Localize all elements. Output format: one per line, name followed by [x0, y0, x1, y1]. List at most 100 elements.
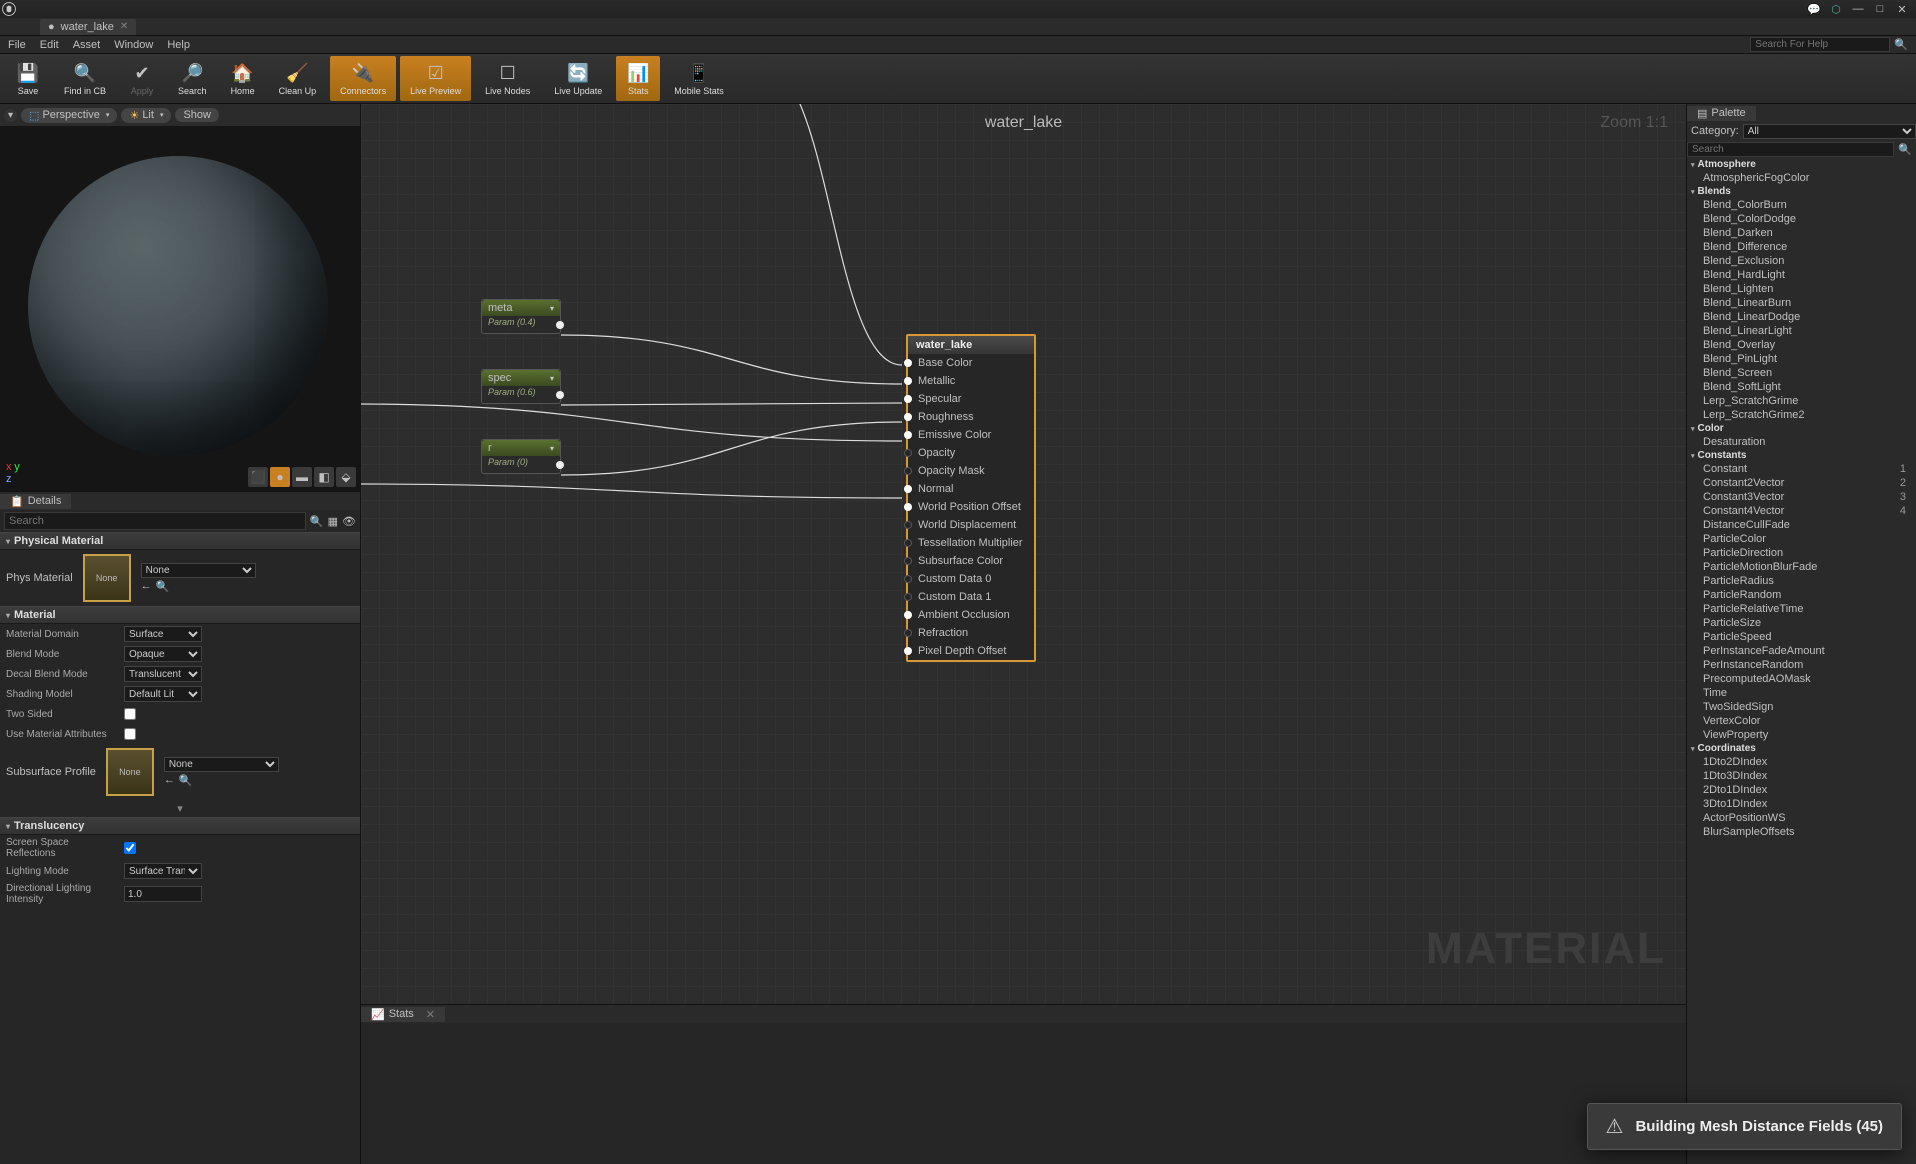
- palette-item[interactable]: BlurSampleOffsets: [1687, 825, 1916, 839]
- stats-button[interactable]: 📊Stats: [616, 56, 660, 101]
- expand-button[interactable]: ▾: [0, 800, 360, 817]
- input-pin-opacity[interactable]: Opacity: [908, 444, 1034, 462]
- plane-shape-button[interactable]: ▬: [292, 467, 312, 487]
- connectors-button[interactable]: 🔌Connectors: [330, 56, 396, 101]
- palette-item[interactable]: 1Dto3DIndex: [1687, 769, 1916, 783]
- notification-icon[interactable]: 💬: [1806, 3, 1822, 16]
- input-pin-metallic[interactable]: Metallic: [908, 372, 1034, 390]
- palette-item[interactable]: Blend_Difference: [1687, 240, 1916, 254]
- document-tab[interactable]: ● water_lake ✕: [40, 19, 136, 35]
- sphere-shape-button[interactable]: ●: [270, 467, 290, 487]
- search-icon[interactable]: 🔍: [310, 515, 324, 528]
- details-search-input[interactable]: [4, 512, 306, 530]
- close-window-button[interactable]: ✕: [1894, 3, 1910, 16]
- details-tab[interactable]: 📋 Details: [0, 494, 71, 509]
- input-pin-normal[interactable]: Normal: [908, 480, 1034, 498]
- palette-item[interactable]: Constant3Vector3: [1687, 490, 1916, 504]
- cylinder-shape-button[interactable]: ⬛: [248, 467, 268, 487]
- asset-thumbnail[interactable]: None: [83, 554, 131, 602]
- help-search-input[interactable]: [1750, 37, 1890, 52]
- input-pin-custom-data-1[interactable]: Custom Data 1: [908, 588, 1034, 606]
- viewport-options-button[interactable]: ▾: [4, 109, 17, 122]
- cube-shape-button[interactable]: ◧: [314, 467, 334, 487]
- menu-asset[interactable]: Asset: [73, 39, 101, 51]
- chevron-down-icon[interactable]: ▾: [550, 444, 554, 453]
- preview-viewport[interactable]: ▾ ⬚Perspective ☀Lit Show x yz ⬛ ● ▬ ◧ ⬙: [0, 104, 360, 492]
- category-header[interactable]: Material: [0, 606, 360, 624]
- show-flags-button[interactable]: Show: [175, 108, 219, 122]
- chevron-down-icon[interactable]: ▾: [550, 374, 554, 383]
- palette-item[interactable]: ParticleRandom: [1687, 588, 1916, 602]
- property-checkbox[interactable]: [124, 728, 136, 740]
- param-node[interactable]: r▾Param (0): [481, 439, 561, 474]
- palette-item[interactable]: VertexColor: [1687, 714, 1916, 728]
- input-pin-roughness[interactable]: Roughness: [908, 408, 1034, 426]
- minimize-button[interactable]: —: [1850, 3, 1866, 16]
- property-select[interactable]: Opaque: [124, 646, 202, 662]
- maximize-button[interactable]: □: [1872, 3, 1888, 16]
- mobile-stats-button[interactable]: 📱Mobile Stats: [664, 56, 734, 101]
- search-button[interactable]: 🔎Search: [168, 56, 217, 101]
- material-output-node[interactable]: water_lakeBase ColorMetallicSpecularRoug…: [906, 334, 1036, 662]
- mesh-shape-button[interactable]: ⬙: [336, 467, 356, 487]
- find-in-cb-button[interactable]: 🔍Find in CB: [54, 56, 116, 101]
- palette-item[interactable]: Blend_Darken: [1687, 226, 1916, 240]
- lit-mode-button[interactable]: ☀Lit: [121, 108, 171, 123]
- clean-up-button[interactable]: 🧹Clean Up: [269, 56, 327, 101]
- category-select[interactable]: All: [1743, 124, 1916, 139]
- input-pin-pixel-depth-offset[interactable]: Pixel Depth Offset: [908, 642, 1034, 660]
- palette-item[interactable]: Blend_Exclusion: [1687, 254, 1916, 268]
- palette-item[interactable]: ActorPositionWS: [1687, 811, 1916, 825]
- palette-item[interactable]: Lerp_ScratchGrime: [1687, 394, 1916, 408]
- palette-tab[interactable]: ▤ Palette: [1687, 106, 1756, 121]
- palette-item[interactable]: ParticleRadius: [1687, 574, 1916, 588]
- use-selected-icon[interactable]: ←: [141, 580, 152, 593]
- palette-category[interactable]: Atmosphere: [1687, 158, 1916, 171]
- palette-item[interactable]: Blend_Screen: [1687, 366, 1916, 380]
- property-select[interactable]: Surface TranslucencyVolume: [124, 863, 202, 879]
- palette-item[interactable]: Blend_LinearBurn: [1687, 296, 1916, 310]
- palette-item[interactable]: PerInstanceFadeAmount: [1687, 644, 1916, 658]
- property-input[interactable]: [124, 886, 202, 902]
- live-nodes-button[interactable]: ☐Live Nodes: [475, 56, 540, 101]
- menu-file[interactable]: File: [8, 39, 26, 51]
- palette-item[interactable]: Blend_Overlay: [1687, 338, 1916, 352]
- close-tab-button[interactable]: ✕: [120, 21, 128, 32]
- param-node[interactable]: meta▾Param (0.4): [481, 299, 561, 334]
- input-pin-custom-data-0[interactable]: Custom Data 0: [908, 570, 1034, 588]
- palette-item[interactable]: Blend_LinearLight: [1687, 324, 1916, 338]
- asset-select[interactable]: None: [164, 757, 279, 772]
- palette-category[interactable]: Constants: [1687, 449, 1916, 462]
- save-button[interactable]: 💾Save: [6, 56, 50, 101]
- search-icon[interactable]: 🔍: [1894, 143, 1916, 156]
- input-pin-tessellation-multiplier[interactable]: Tessellation Multiplier: [908, 534, 1034, 552]
- palette-item[interactable]: Blend_SoftLight: [1687, 380, 1916, 394]
- output-pin[interactable]: [556, 461, 564, 469]
- palette-item[interactable]: ParticleRelativeTime: [1687, 602, 1916, 616]
- category-header[interactable]: Physical Material: [0, 532, 360, 550]
- palette-item[interactable]: 3Dto1DIndex: [1687, 797, 1916, 811]
- palette-item[interactable]: ParticleColor: [1687, 532, 1916, 546]
- palette-category[interactable]: Color: [1687, 422, 1916, 435]
- palette-category[interactable]: Coordinates: [1687, 742, 1916, 755]
- source-control-icon[interactable]: ⬡: [1828, 3, 1844, 16]
- input-pin-refraction[interactable]: Refraction: [908, 624, 1034, 642]
- home-button[interactable]: 🏠Home: [221, 56, 265, 101]
- property-checkbox[interactable]: [124, 842, 136, 854]
- input-pin-base-color[interactable]: Base Color: [908, 354, 1034, 372]
- menu-window[interactable]: Window: [114, 39, 153, 51]
- palette-item[interactable]: TwoSidedSign: [1687, 700, 1916, 714]
- input-pin-subsurface-color[interactable]: Subsurface Color: [908, 552, 1034, 570]
- close-tab-button[interactable]: ✕: [426, 1008, 435, 1021]
- menu-edit[interactable]: Edit: [40, 39, 59, 51]
- browse-icon[interactable]: 🔍: [179, 774, 193, 787]
- material-graph[interactable]: water_lake Zoom 1:1 MATERIAL meta▾Param …: [360, 104, 1686, 1004]
- palette-item[interactable]: DistanceCullFade: [1687, 518, 1916, 532]
- palette-item[interactable]: ParticleDirection: [1687, 546, 1916, 560]
- menu-help[interactable]: Help: [167, 39, 190, 51]
- output-pin[interactable]: [556, 391, 564, 399]
- palette-item[interactable]: ParticleMotionBlurFade: [1687, 560, 1916, 574]
- use-selected-icon[interactable]: ←: [164, 774, 175, 787]
- browse-icon[interactable]: 🔍: [156, 580, 170, 593]
- property-select[interactable]: Translucent: [124, 666, 202, 682]
